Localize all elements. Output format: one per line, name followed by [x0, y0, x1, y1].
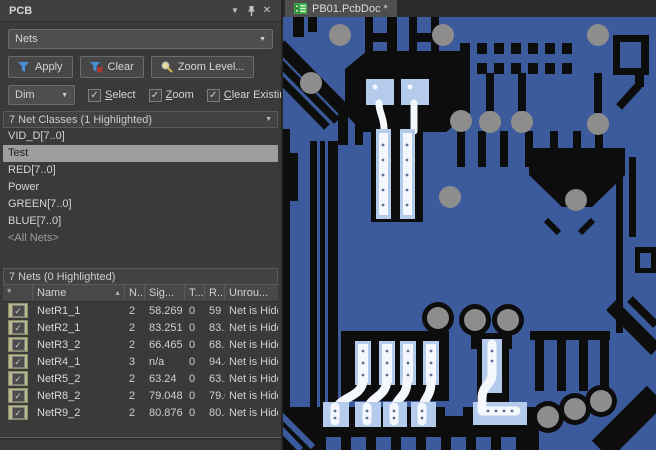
pin-icon[interactable]	[243, 4, 259, 18]
chevron-down-icon: ▼	[259, 35, 266, 43]
panel-mode-value: Nets	[15, 33, 38, 45]
document-workarea: PB01.PcbDoc *	[283, 0, 656, 450]
document-tabbar: PB01.PcbDoc *	[283, 0, 656, 17]
sort-ascending-icon: ▲	[114, 289, 121, 297]
chevron-down-icon: ▼	[61, 91, 68, 99]
filter-toolbar: Apply Clear Zoom Level...	[8, 56, 255, 78]
dim-dropdown[interactable]: Dim ▼	[8, 85, 75, 105]
net-class-item[interactable]: VID_D[7..0]	[3, 128, 278, 145]
table-row[interactable]: ✓ NetR5_2 2 63.24 0 63.2 Net is Hidden	[3, 370, 278, 387]
close-icon[interactable]: ✕	[259, 4, 275, 18]
table-row[interactable]: ✓ NetR3_2 2 66.465 0 68.5 Net is Hidden	[3, 336, 278, 353]
nets-table: * Name ▲ N.. Sig... T... R... Unrou... ✓…	[3, 285, 278, 437]
net-class-item-selected[interactable]: Test	[3, 145, 278, 162]
table-row[interactable]: ✓ NetR8_2 2 79.048 0 79.0 Net is Hidden	[3, 387, 278, 404]
checkbox-check-icon: ✓	[11, 304, 25, 317]
net-class-item[interactable]: Power	[3, 179, 278, 196]
filter-clear-icon	[89, 61, 103, 73]
zoom-checkbox[interactable]: ✓ Zoom	[148, 88, 194, 102]
tab-pb01-pcbdoc[interactable]: PB01.PcbDoc *	[285, 0, 397, 17]
checkbox-check-icon: ✓	[11, 406, 25, 419]
net-class-item[interactable]: RED[7..0]	[3, 162, 278, 179]
pcb-doc-icon	[294, 3, 307, 14]
checkbox-check-icon: ✓	[11, 389, 25, 402]
checkbox-check-icon: ✓	[11, 321, 25, 334]
net-class-item-all-nets[interactable]: <All Nets>	[3, 230, 278, 247]
dim-options-row: Dim ▼ ✓ Select ✓ Zoom ✓ Clear Existing	[8, 85, 281, 105]
panel-mode-dropdown[interactable]: Nets ▼	[8, 29, 273, 49]
panel-section-divider[interactable]	[0, 437, 281, 440]
magnifier-icon	[161, 61, 173, 73]
net-visible-checkbox[interactable]: ✓	[8, 405, 28, 420]
table-row[interactable]: ✓ NetR1_1 2 58.269 0 59 Net is Hidden	[3, 302, 278, 319]
checkbox-check-icon: ✓	[11, 338, 25, 351]
column-header-nodes[interactable]: N..	[125, 285, 145, 301]
select-checkbox[interactable]: ✓ Select	[88, 88, 136, 102]
column-header-r[interactable]: R...	[205, 285, 225, 301]
net-visible-checkbox[interactable]: ✓	[8, 337, 28, 352]
table-row[interactable]: ✓ NetR2_1 2 83.251 0 83.2 Net is Hidden	[3, 319, 278, 336]
panel-title: PCB	[9, 4, 33, 17]
net-visible-checkbox[interactable]: ✓	[8, 388, 28, 403]
column-header-signal[interactable]: Sig...	[145, 285, 185, 301]
column-header-t[interactable]: T...	[185, 285, 205, 301]
nets-section-header: 7 Nets (0 Highlighted)	[3, 268, 278, 285]
checkbox-check-icon: ✓	[88, 88, 101, 102]
clear-button[interactable]: Clear	[79, 56, 144, 78]
chevron-down-icon: ▼	[265, 116, 272, 123]
column-header-name[interactable]: Name ▲	[33, 285, 125, 301]
altium-pcb-panel-window: PCB ▼ ✕ Nets ▼ Apply Clear Zoom Level...	[0, 0, 656, 450]
net-class-item[interactable]: GREEN[7..0]	[3, 196, 278, 213]
checkbox-check-icon: ✓	[11, 355, 25, 368]
dim-value: Dim	[15, 89, 35, 101]
net-visible-checkbox[interactable]: ✓	[8, 371, 28, 386]
net-visible-checkbox[interactable]: ✓	[8, 320, 28, 335]
checkbox-check-icon: ✓	[11, 372, 25, 385]
net-visible-checkbox[interactable]: ✓	[8, 354, 28, 369]
panel-header: PCB ▼ ✕	[0, 0, 281, 22]
net-classes-list: VID_D[7..0] Test RED[7..0] Power GREEN[7…	[3, 128, 278, 268]
clear-existing-checkbox[interactable]: ✓ Clear Existing	[206, 88, 281, 102]
column-header-star[interactable]: *	[3, 285, 33, 301]
column-header-unrouted[interactable]: Unrou...	[225, 285, 278, 301]
pcb-panel: PCB ▼ ✕ Nets ▼ Apply Clear Zoom Level...	[0, 0, 283, 450]
table-row[interactable]: ✓ NetR9_2 2 80.876 0 80.8 Net is Hidden	[3, 404, 278, 421]
net-visible-checkbox[interactable]: ✓	[8, 303, 28, 318]
table-row[interactable]: ✓ NetR4_1 3 n/a 0 94.4 Net is Hidden	[3, 353, 278, 370]
zoom-level-button[interactable]: Zoom Level...	[150, 56, 255, 78]
pcb-editor-canvas[interactable]	[283, 17, 656, 450]
checkbox-check-icon: ✓	[206, 88, 220, 102]
net-classes-header[interactable]: 7 Net Classes (1 Highlighted) ▼	[3, 111, 278, 128]
panel-menu-arrow-icon[interactable]: ▼	[227, 4, 243, 18]
filter-icon	[18, 61, 29, 72]
tab-label: PB01.PcbDoc *	[312, 2, 388, 15]
net-class-item[interactable]: BLUE[7..0]	[3, 213, 278, 230]
checkbox-check-icon: ✓	[148, 88, 162, 102]
apply-button[interactable]: Apply	[8, 56, 73, 78]
nets-table-header-row: * Name ▲ N.. Sig... T... R... Unrou...	[3, 285, 278, 302]
